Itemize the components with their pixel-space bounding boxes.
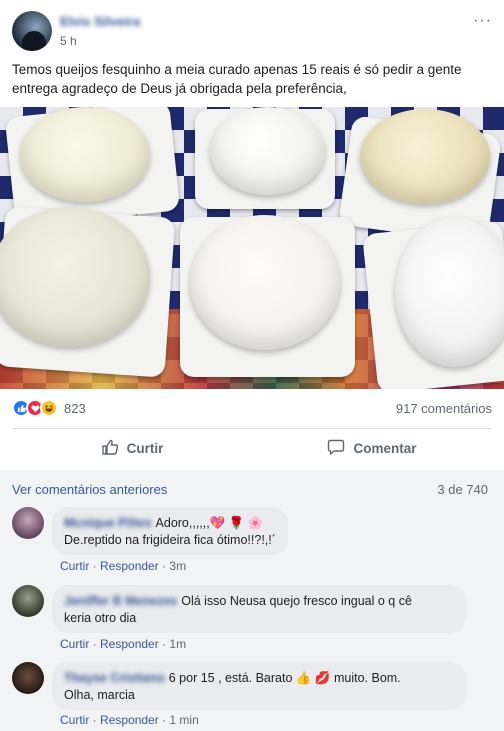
comment-time[interactable]: 1 min [169, 713, 198, 727]
cheese-wheel [190, 215, 340, 350]
comment-bubble: Jeniffer B Menezes Olá isso Neusa quejo f… [52, 585, 466, 633]
like-label: Curtir [126, 440, 164, 456]
commenter-name[interactable]: Jeniffer B Menezes [64, 594, 177, 608]
comment-meta: Curtir · Responder · 3m [60, 559, 187, 573]
reactions-bar: 823 917 comentários [12, 396, 492, 420]
reaction-summary[interactable]: 823 [12, 399, 86, 417]
comment-time[interactable]: 1m [169, 637, 186, 651]
post-timestamp[interactable]: 5 h [60, 34, 140, 48]
post-text: Temos queijos fesquinho a meia curado ap… [12, 62, 462, 96]
comment-text: Olha, marcia [64, 688, 135, 702]
comment-text: keria otro dia [64, 611, 137, 625]
commenter-avatar[interactable] [12, 507, 44, 539]
comment-text: Olá isso Neusa quejo fresco ingual o q c… [181, 594, 412, 608]
comment-time[interactable]: 3m [169, 559, 186, 573]
comment-meta: Curtir · Responder · 1m [60, 637, 187, 651]
divider [12, 428, 492, 429]
post-actions: Curtir Comentar [12, 430, 492, 466]
comments-header: Ver comentários anteriores 3 de 740 [12, 482, 488, 497]
thumbs-up-icon [101, 438, 119, 459]
cheese-wheel [20, 107, 150, 202]
author-block: Elvis Silveira 5 h [60, 14, 140, 48]
comments-range: 3 de 740 [437, 482, 488, 497]
comment-bubble-icon [327, 438, 345, 459]
cheese-wheel [210, 107, 325, 195]
cheese-wheel [360, 109, 490, 204]
comment-bubble: Thayse Cristiano 6 por 15 , está. Barato … [52, 662, 466, 710]
like-button[interactable]: Curtir [12, 430, 252, 466]
commenter-avatar[interactable] [12, 585, 44, 617]
comment-text: 6 por 15 , está. Barato 👍 💋 muito. Bom. [168, 671, 401, 685]
comment-count[interactable]: 917 comentários [396, 401, 492, 416]
comment-meta: Curtir · Responder · 1 min [60, 713, 199, 727]
comment-button[interactable]: Comentar [252, 430, 492, 466]
reaction-count[interactable]: 823 [64, 401, 86, 416]
comment-like-link[interactable]: Curtir [60, 637, 89, 651]
comment-reply-link[interactable]: Responder [100, 637, 159, 651]
comment-like-link[interactable]: Curtir [60, 559, 89, 573]
comment-text: Adoro,,,,,,💖 🌹 🌸 [155, 516, 264, 530]
comment-reply-link[interactable]: Responder [100, 559, 159, 573]
comment-bubble: Mcnique Piltes Adoro,,,,,,💖 🌹 🌸 De.reptid… [52, 507, 288, 555]
comments-section: Ver comentários anteriores 3 de 740 Mcni… [0, 470, 504, 731]
ellipsis-icon[interactable]: ··· [473, 12, 492, 30]
commenter-avatar[interactable] [12, 662, 44, 694]
cheese-wheel [395, 217, 504, 367]
author-name[interactable]: Elvis Silveira [60, 14, 140, 29]
haha-icon [40, 399, 58, 417]
commenter-name[interactable]: Thayse Cristiano [64, 671, 165, 685]
post-photo[interactable] [0, 107, 504, 389]
view-previous-comments-link[interactable]: Ver comentários anteriores [12, 482, 167, 497]
comment-reply-link[interactable]: Responder [100, 713, 159, 727]
author-avatar[interactable] [12, 11, 52, 51]
commenter-name[interactable]: Mcnique Piltes [64, 516, 152, 530]
comment-label: Comentar [353, 440, 417, 456]
comment-like-link[interactable]: Curtir [60, 713, 89, 727]
comment-text: De.reptido na frigideira fica ótimo!!?!,… [64, 533, 276, 547]
post-header: Elvis Silveira 5 h [12, 10, 140, 52]
